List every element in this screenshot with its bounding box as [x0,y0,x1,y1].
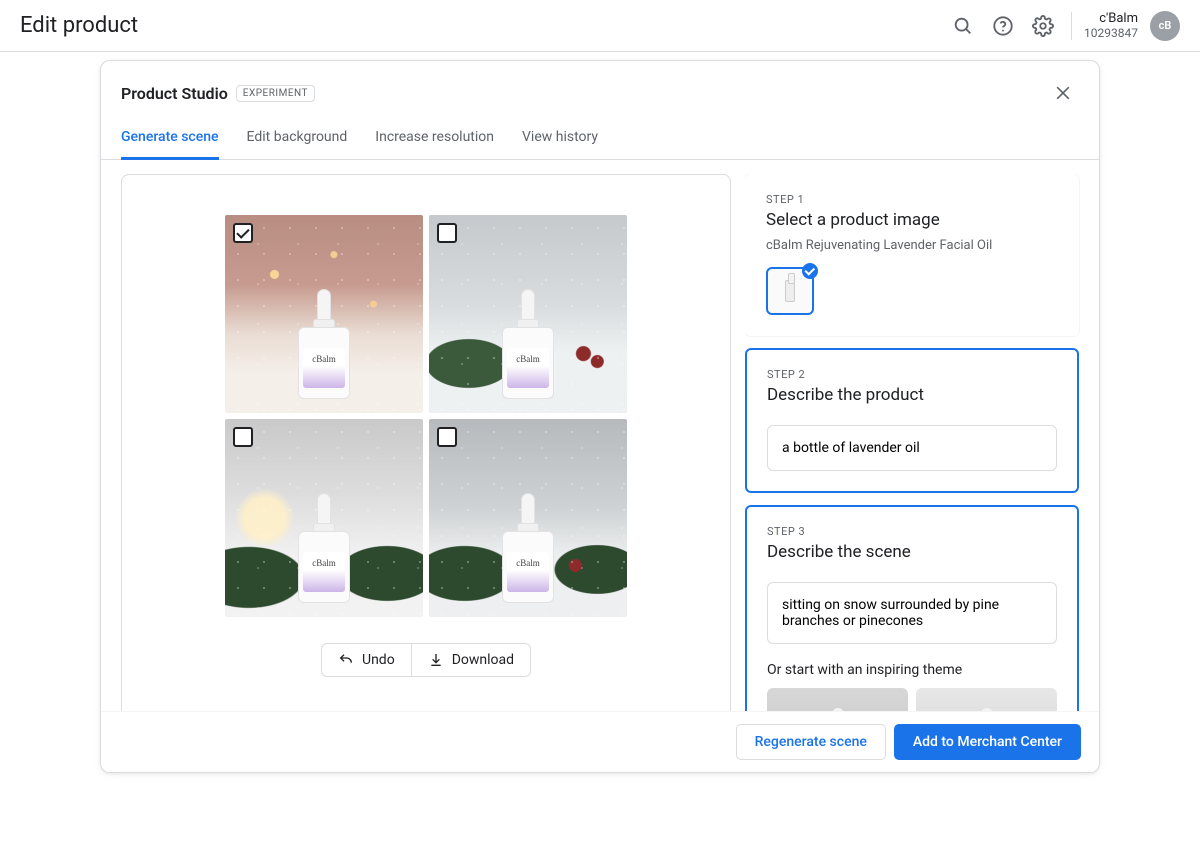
step1-card: STEP 1 Select a product image cBalm Reju… [745,174,1079,336]
step2-eyebrow: STEP 2 [767,368,1057,381]
undo-button[interactable]: Undo [322,644,411,676]
product-bottle: cBalm [502,493,554,603]
step1-product-name: cBalm Rejuvenating Lavender Facial Oil [766,238,1058,253]
step1-eyebrow: STEP 1 [766,193,1058,206]
undo-label: Undo [362,652,395,668]
tab-edit-background[interactable]: Edit background [247,119,348,159]
regenerate-scene-button[interactable]: Regenerate scene [736,724,886,760]
tab-bar: Generate scene Edit background Increase … [101,119,1099,160]
download-button[interactable]: Download [411,644,530,676]
tab-increase-resolution[interactable]: Increase resolution [375,119,494,159]
add-to-merchant-center-button[interactable]: Add to Merchant Center [894,724,1081,760]
step2-title: Describe the product [767,385,1057,405]
generated-image-2[interactable]: cBalm [429,215,627,413]
scene-description-input[interactable] [767,582,1057,644]
divider [1071,12,1072,40]
generated-image-1[interactable]: cBalm [225,215,423,413]
download-icon [428,652,444,668]
product-description-input[interactable] [767,425,1057,471]
account-id: 10293847 [1084,26,1138,40]
step2-card: STEP 2 Describe the product [745,348,1079,493]
check-icon [802,263,818,279]
step3-eyebrow: STEP 3 [767,525,1057,538]
theme-hint: Or start with an inspiring theme [767,662,1057,678]
product-thumbnail[interactable] [766,267,814,315]
account-info[interactable]: c'Balm 10293847 [1084,11,1138,41]
select-checkbox[interactable] [437,223,457,243]
product-bottle: cBalm [298,493,350,603]
tab-view-history[interactable]: View history [522,119,598,159]
page-title: Edit product [20,13,943,38]
select-checkbox[interactable] [233,427,253,447]
result-canvas: cBalm cBalm cBalm cBalm [121,174,731,726]
settings-icon[interactable] [1023,6,1063,46]
avatar[interactable]: cB [1150,11,1180,41]
generated-image-3[interactable]: cBalm [225,419,423,617]
help-icon[interactable] [983,6,1023,46]
step3-title: Describe the scene [767,542,1057,562]
product-studio-panel: Product Studio EXPERIMENT Generate scene… [100,60,1100,773]
account-name: c'Balm [1084,11,1138,27]
select-checkbox[interactable] [233,223,253,243]
step1-title: Select a product image [766,210,1058,230]
undo-icon [338,652,354,668]
generated-image-4[interactable]: cBalm [429,419,627,617]
search-icon[interactable] [943,6,983,46]
select-checkbox[interactable] [437,427,457,447]
experiment-badge: EXPERIMENT [236,85,315,102]
panel-title: Product Studio [121,84,228,103]
panel-footer: Regenerate scene Add to Merchant Center [101,711,1099,772]
product-bottle: cBalm [502,289,554,399]
close-icon[interactable] [1047,77,1079,109]
product-bottle: cBalm [298,289,350,399]
download-label: Download [452,652,514,668]
app-header: Edit product c'Balm 10293847 cB [0,0,1200,52]
tab-generate-scene[interactable]: Generate scene [121,119,219,160]
